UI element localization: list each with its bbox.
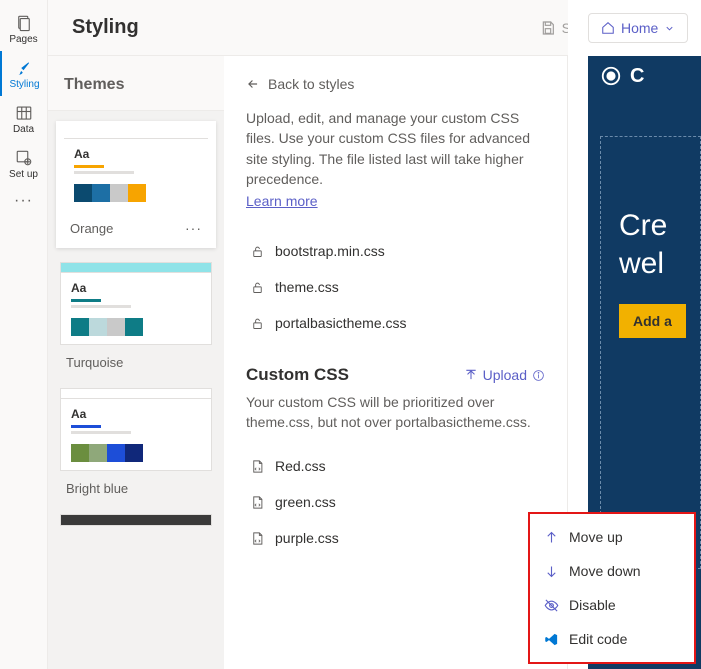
nav-setup[interactable]: Set up xyxy=(0,141,48,186)
hero-region[interactable]: Cre wel Add a xyxy=(600,136,701,569)
theme-more-icon[interactable]: ··· xyxy=(185,220,202,236)
nav-styling[interactable]: Styling xyxy=(0,51,48,96)
css-file-icon xyxy=(250,459,265,474)
file-name: green.css xyxy=(275,494,336,510)
ctx-move-down-label: Move down xyxy=(569,563,641,579)
nav-more[interactable]: ··· xyxy=(14,192,33,210)
theme-preview: Aa xyxy=(60,388,212,471)
back-to-styles[interactable]: Back to styles xyxy=(246,76,545,92)
custom-css-desc: Your custom CSS will be prioritized over… xyxy=(246,393,545,432)
upload-icon xyxy=(464,368,478,382)
disable-icon xyxy=(544,598,559,613)
file-name: purple.css xyxy=(275,530,339,546)
theme-aa: Aa xyxy=(74,147,198,161)
table-icon xyxy=(15,104,33,122)
file-name: theme.css xyxy=(275,279,339,295)
swatch xyxy=(125,444,143,462)
vscode-icon xyxy=(544,632,559,647)
ctx-disable[interactable]: Disable xyxy=(530,588,694,622)
css-file-row[interactable]: Red.css xyxy=(246,448,545,484)
css-file-icon xyxy=(250,495,265,510)
css-file-row[interactable]: bootstrap.min.css xyxy=(246,233,545,269)
theme-name: Bright blue xyxy=(66,481,206,496)
hero-cta-button[interactable]: Add a xyxy=(619,304,686,338)
lock-file-icon xyxy=(250,244,265,259)
hero-headline-2: wel xyxy=(619,245,700,283)
save-icon xyxy=(540,20,556,36)
info-icon xyxy=(532,369,545,382)
brand-text: C xyxy=(630,65,644,88)
swatch xyxy=(110,184,128,202)
ctx-move-up-label: Move up xyxy=(569,529,623,545)
swatch xyxy=(74,184,92,202)
file-name: portalbasictheme.css xyxy=(275,315,407,331)
theme-card[interactable]: Aa Bright blue xyxy=(60,388,212,500)
description-text: Upload, edit, and manage your custom CSS… xyxy=(246,108,545,189)
css-file-icon xyxy=(250,531,265,546)
css-file-row[interactable]: green.css xyxy=(246,484,545,520)
ctx-move-up[interactable]: Move up xyxy=(530,520,694,554)
page-title: Styling xyxy=(72,16,528,39)
ctx-edit-code[interactable]: Edit code xyxy=(530,622,694,656)
theme-name: Turquoise xyxy=(66,355,206,370)
nav-pages-label: Pages xyxy=(9,34,37,45)
learn-more-link[interactable]: Learn more xyxy=(246,193,318,209)
ctx-disable-label: Disable xyxy=(569,597,616,613)
theme-card[interactable]: Aa Turquoise xyxy=(60,262,212,374)
home-breadcrumb[interactable]: Home xyxy=(588,13,688,43)
custom-css-header: Custom CSS Upload xyxy=(246,365,545,385)
file-name: bootstrap.min.css xyxy=(275,243,385,259)
themes-heading: Themes xyxy=(48,56,224,111)
arrow-up-icon xyxy=(544,530,559,545)
file-name: Red.css xyxy=(275,458,326,474)
swatch xyxy=(107,318,125,336)
swatch xyxy=(71,444,89,462)
theme-card[interactable] xyxy=(60,514,212,526)
swatch xyxy=(89,318,107,336)
theme-preview: Aa xyxy=(60,262,212,345)
nav-data-label: Data xyxy=(13,124,34,135)
swatch xyxy=(125,318,143,336)
theme-aa: Aa xyxy=(71,407,201,421)
theme-preview: Aa xyxy=(64,129,208,210)
context-menu: Move up Move down Disable Edit code xyxy=(528,512,696,664)
arrow-down-icon xyxy=(544,564,559,579)
main-column: Back to styles Upload, edit, and manage … xyxy=(224,56,568,669)
swatch xyxy=(89,444,107,462)
chevron-down-icon xyxy=(664,23,675,34)
custom-css-heading: Custom CSS xyxy=(246,365,464,385)
upload-label: Upload xyxy=(483,367,527,383)
swatch xyxy=(71,318,89,336)
upload-button[interactable]: Upload xyxy=(464,367,545,383)
swatch xyxy=(107,444,125,462)
setup-icon xyxy=(15,149,33,167)
lock-file-icon xyxy=(250,280,265,295)
theme-name: Orange xyxy=(70,221,185,236)
brand-icon xyxy=(600,65,622,87)
theme-aa: Aa xyxy=(71,281,201,295)
nav-pages[interactable]: Pages xyxy=(0,6,48,51)
css-file-row[interactable]: theme.css xyxy=(246,269,545,305)
theme-card[interactable]: Aa Orange ··· xyxy=(56,121,216,248)
css-file-row[interactable]: purple.css xyxy=(246,520,545,556)
left-nav: Pages Styling Data Set up ··· xyxy=(0,0,48,669)
back-label: Back to styles xyxy=(268,76,354,92)
brush-icon xyxy=(16,59,34,77)
nav-styling-label: Styling xyxy=(9,79,39,90)
pages-icon xyxy=(15,14,33,32)
lock-file-icon xyxy=(250,316,265,331)
arrow-left-icon xyxy=(246,77,260,91)
nav-data[interactable]: Data xyxy=(0,96,48,141)
swatch xyxy=(92,184,110,202)
swatch xyxy=(128,184,146,202)
css-file-row[interactable]: portalbasictheme.css xyxy=(246,305,545,341)
ctx-edit-label: Edit code xyxy=(569,631,627,647)
themes-column: Themes Aa Orange ··· Aa xyxy=(48,56,224,669)
ctx-move-down[interactable]: Move down xyxy=(530,554,694,588)
home-icon xyxy=(601,21,615,35)
home-label: Home xyxy=(621,20,658,36)
nav-setup-label: Set up xyxy=(9,169,38,180)
hero-headline-1: Cre xyxy=(619,207,700,245)
